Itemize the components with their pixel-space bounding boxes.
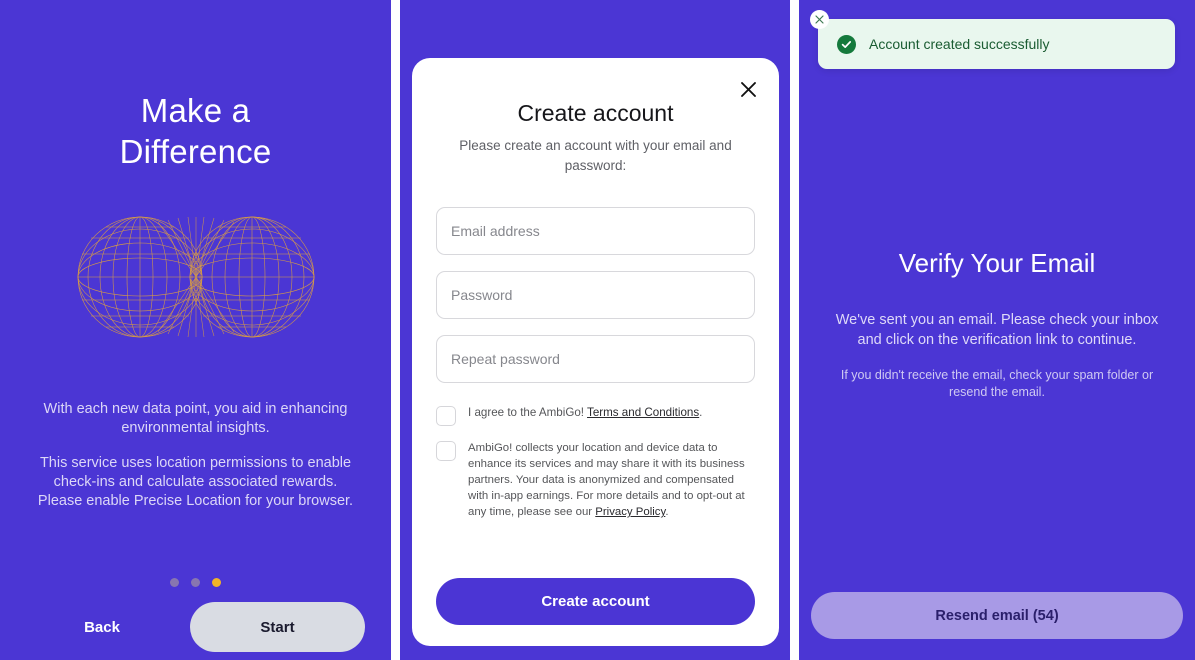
verify-body: We've sent you an email. Please check yo… bbox=[822, 310, 1172, 401]
check-circle-icon bbox=[837, 34, 856, 54]
password-field[interactable] bbox=[436, 271, 755, 319]
modal-title: Create account bbox=[517, 100, 674, 126]
verify-title: Verify Your Email bbox=[898, 248, 1096, 278]
onboarding-body-1: With each new data point, you aid in enh… bbox=[43, 401, 348, 436]
verify-body-1: We've sent you an email. Please check yo… bbox=[835, 312, 1159, 348]
back-button[interactable]: Back bbox=[14, 619, 190, 636]
wireframe-globes-icon bbox=[72, 214, 320, 340]
modal-subtitle: Please create an account with your email… bbox=[459, 138, 732, 173]
start-button[interactable]: Start bbox=[190, 602, 365, 652]
onboarding-title-line-1: Make a bbox=[140, 92, 251, 129]
pagination-dot-2[interactable] bbox=[191, 578, 200, 587]
success-toast: Account created successfully bbox=[810, 10, 1175, 69]
close-icon[interactable] bbox=[735, 76, 761, 102]
app-stage: Make a Difference With each new data poi… bbox=[0, 0, 1195, 660]
privacy-policy-link[interactable]: Privacy Policy bbox=[595, 506, 665, 518]
terms-and-conditions-link[interactable]: Terms and Conditions bbox=[587, 406, 699, 419]
onboarding-title: Make a Difference bbox=[46, 90, 346, 172]
panel-divider-2 bbox=[790, 0, 799, 660]
email-field[interactable] bbox=[436, 207, 755, 255]
panel-divider-1 bbox=[391, 0, 400, 660]
toast-close-icon[interactable] bbox=[810, 10, 829, 29]
terms-checkbox[interactable] bbox=[436, 406, 456, 426]
create-account-modal: Create account Please create an account … bbox=[412, 58, 779, 646]
pagination-dot-3[interactable] bbox=[212, 578, 221, 587]
terms-text-before: I agree to the AmbiGo! bbox=[468, 406, 588, 419]
pagination-dots[interactable] bbox=[0, 578, 391, 587]
terms-consent-row: I agree to the AmbiGo! Terms and Conditi… bbox=[436, 405, 755, 426]
verify-body-2: If you didn't receive the email, check y… bbox=[840, 368, 1154, 399]
toast-message: Account created successfully bbox=[869, 36, 1050, 52]
privacy-checkbox[interactable] bbox=[436, 441, 456, 461]
verify-email-panel: Verify Your Email We've sent you an emai… bbox=[799, 0, 1195, 660]
repeat-password-field[interactable] bbox=[436, 335, 755, 383]
privacy-text-after: . bbox=[665, 506, 669, 518]
onboarding-nav: Back Start bbox=[0, 601, 391, 653]
terms-consent-label: I agree to the AmbiGo! Terms and Conditi… bbox=[468, 405, 702, 421]
privacy-consent-label: AmbiGo! collects your location and devic… bbox=[468, 440, 755, 520]
privacy-consent-row: AmbiGo! collects your location and devic… bbox=[436, 440, 755, 520]
onboarding-panel: Make a Difference With each new data poi… bbox=[0, 0, 391, 660]
onboarding-title-line-2: Difference bbox=[119, 133, 272, 170]
create-account-button[interactable]: Create account bbox=[436, 578, 755, 625]
onboarding-body: With each new data point, you aid in enh… bbox=[31, 400, 361, 511]
onboarding-body-2: This service uses location permissions t… bbox=[37, 455, 354, 509]
create-account-panel: Create account Please create an account … bbox=[400, 0, 790, 660]
pagination-dot-1[interactable] bbox=[170, 578, 179, 587]
terms-text-after: . bbox=[699, 406, 703, 419]
resend-email-button[interactable]: Resend email (54) bbox=[811, 592, 1183, 639]
